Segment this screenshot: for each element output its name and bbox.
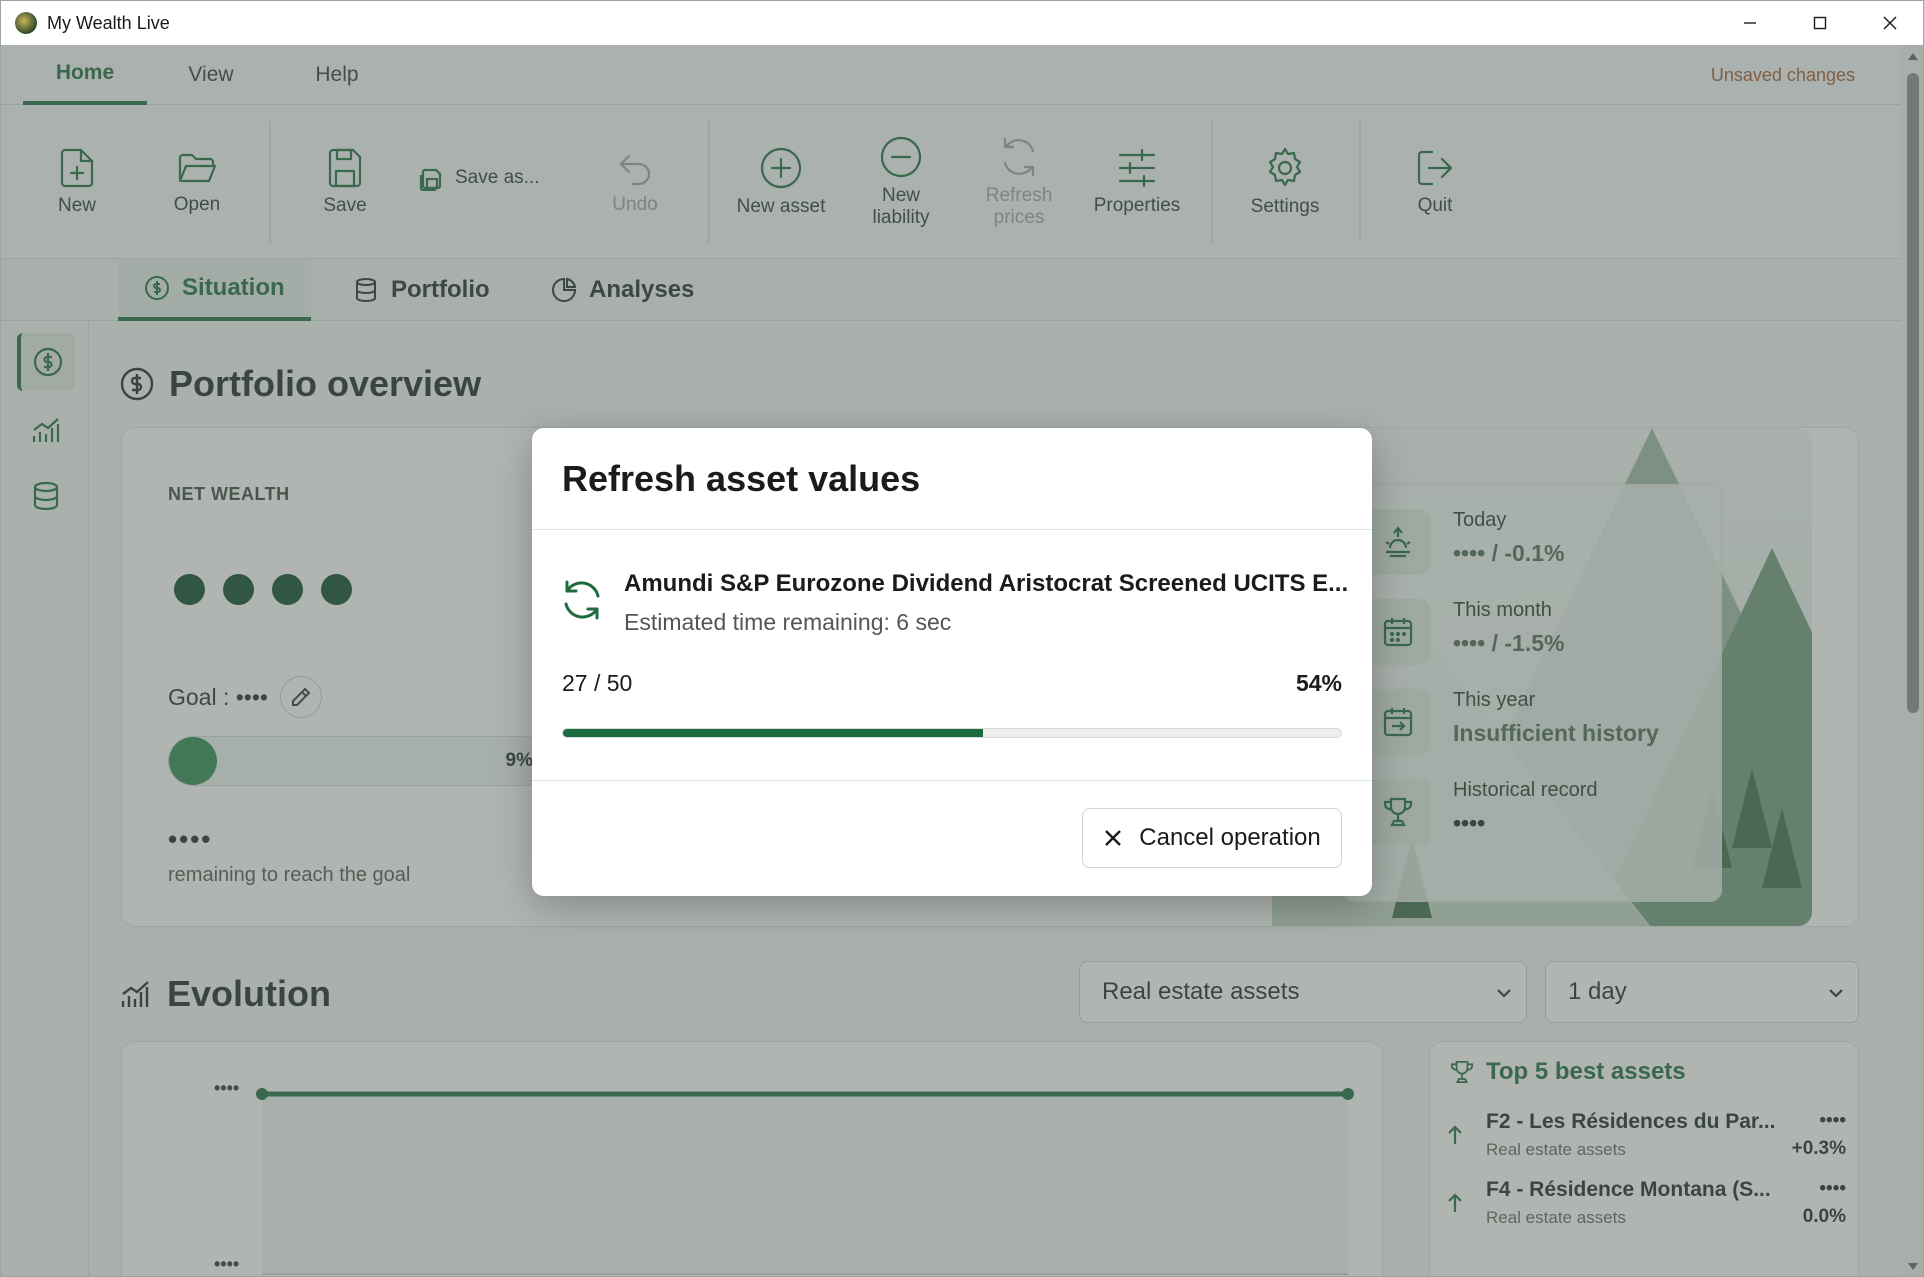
dialog-title: Refresh asset values — [562, 458, 921, 499]
close-icon — [1105, 830, 1122, 846]
refresh-progress-bar — [562, 728, 1342, 738]
refresh-spinner-icon — [564, 580, 600, 620]
progress-count: 27 / 50 — [562, 670, 633, 696]
time-remaining: Estimated time remaining: 6 sec — [624, 609, 952, 635]
refresh-progress-fill — [563, 729, 984, 737]
close-button[interactable] — [1855, 1, 1923, 45]
title-bar: My Wealth Live — [1, 1, 1923, 45]
minimize-button[interactable] — [1715, 1, 1785, 45]
dialog-divider — [532, 529, 1372, 530]
cancel-operation-button[interactable]: Cancel operation — [1082, 808, 1342, 868]
refresh-dialog: Refresh asset values Amundi S&P Eurozone… — [532, 428, 1372, 896]
window-title: My Wealth Live — [47, 12, 170, 33]
maximize-button[interactable] — [1785, 1, 1855, 45]
progress-percent: 54% — [1295, 670, 1342, 696]
current-asset-name: Amundi S&P Eurozone Dividend Aristocrat … — [624, 570, 1349, 597]
maximize-icon — [1813, 16, 1827, 30]
cancel-operation-label: Cancel operation — [1139, 824, 1321, 851]
app-logo-icon — [15, 12, 37, 34]
app-window: My Wealth Live Home View Help Unsaved ch… — [0, 0, 1924, 1277]
dialog-divider — [532, 780, 1372, 781]
minimize-icon — [1744, 22, 1756, 24]
close-icon — [1883, 16, 1897, 30]
